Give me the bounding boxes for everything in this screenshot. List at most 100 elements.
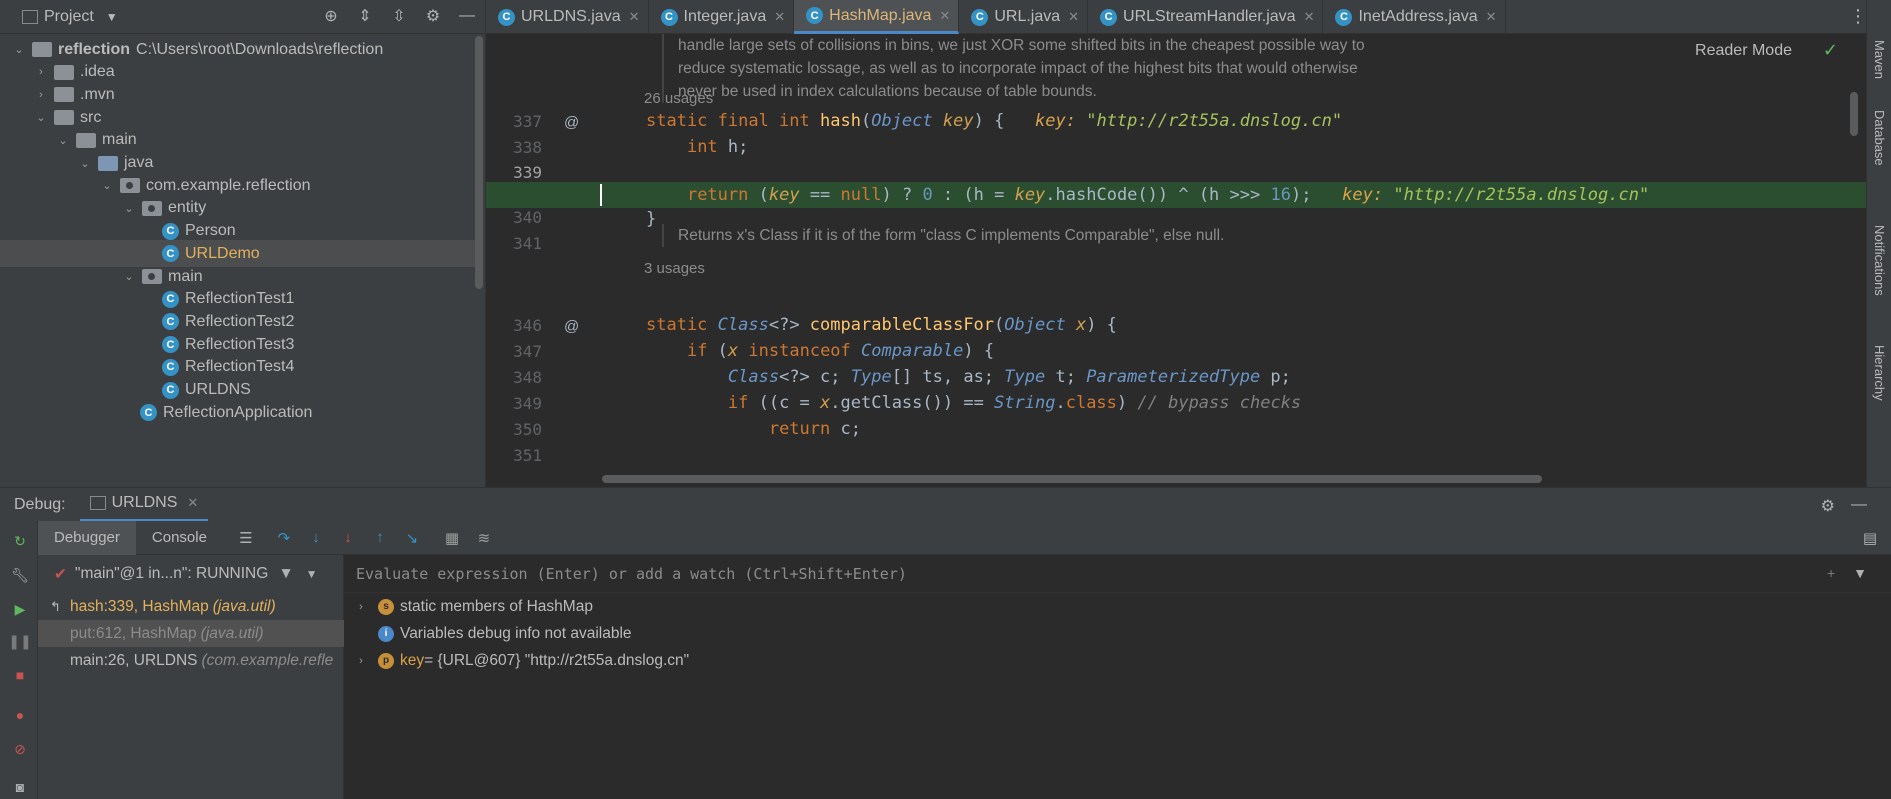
- debug-actions: ↻ 🔧︎ ▶ ❚❚ ■ ● ⊘ ◙: [0, 521, 38, 799]
- maven-tool[interactable]: Maven: [1872, 40, 1887, 79]
- code-line-350: return c;: [768, 419, 861, 439]
- watch-bar: + ▼: [344, 555, 1891, 593]
- chevron-right-icon[interactable]: ›: [34, 89, 48, 101]
- more-tabs-icon[interactable]: ⋮: [1849, 6, 1867, 27]
- chevron-down-icon[interactable]: ⌄: [100, 179, 114, 192]
- chevron-right-icon[interactable]: ›: [34, 66, 48, 78]
- expand-all-icon[interactable]: ⇕: [355, 6, 375, 26]
- doc-line: handle large sets of collisions in bins,…: [678, 37, 1365, 54]
- editor-tab-label: URL.java: [994, 8, 1061, 25]
- variable-row[interactable]: › p key = {URL@607} "http://r2t55a.dnslog.…: [344, 647, 1891, 674]
- reader-mode-button[interactable]: Reader Mode: [1695, 42, 1792, 60]
- code-line-347: if (x instanceof Comparable) {: [686, 341, 995, 361]
- project-title[interactable]: Project: [44, 8, 94, 26]
- class-icon: C: [162, 358, 179, 376]
- editor-tab[interactable]: C InetAddress.java ✕: [1323, 0, 1506, 34]
- code-line-348: Class<?> c; Type[] ts, as; Type t; Param…: [727, 367, 1291, 387]
- session-icon: [89, 496, 106, 510]
- trace-stream-icon[interactable]: ≋: [475, 529, 493, 547]
- code-editor[interactable]: handle large sets of collisions in bins,…: [486, 34, 1866, 487]
- override-marker-icon[interactable]: @: [564, 318, 579, 335]
- class-icon: C: [660, 8, 678, 26]
- evaluate-input[interactable]: [356, 564, 1456, 583]
- step-into-icon[interactable]: ↓: [307, 529, 325, 547]
- close-icon[interactable]: ✕: [1304, 9, 1315, 25]
- mute-breakpoints-icon[interactable]: ⊘: [12, 741, 28, 757]
- layout-icon[interactable]: ▤: [1863, 529, 1877, 547]
- class-icon: C: [162, 222, 179, 240]
- check-icon[interactable]: ✓: [1823, 40, 1838, 61]
- editor-tab[interactable]: C URLStreamHandler.java ✕: [1088, 0, 1324, 34]
- locate-icon[interactable]: ⊕: [321, 6, 341, 26]
- view-breakpoints-icon[interactable]: ●: [12, 707, 28, 723]
- override-marker-icon[interactable]: @: [564, 114, 579, 131]
- close-icon[interactable]: ✕: [774, 9, 785, 25]
- chevron-down-icon[interactable]: ▼: [306, 567, 318, 581]
- close-icon[interactable]: ✕: [1068, 9, 1079, 25]
- frame-package: (java.util): [212, 597, 276, 615]
- chevron-down-icon[interactable]: ⌄: [56, 134, 70, 147]
- editor-horizontal-scrollbar[interactable]: [602, 475, 1542, 483]
- tab-console[interactable]: Console: [136, 521, 223, 555]
- close-icon[interactable]: ✕: [187, 495, 198, 511]
- editor-vertical-scrollbar[interactable]: [1850, 92, 1858, 136]
- line-number: 351: [513, 446, 542, 465]
- variable-row[interactable]: › s static members of HashMap: [344, 593, 1891, 620]
- close-icon[interactable]: ✕: [1486, 9, 1497, 25]
- debug-session-tab[interactable]: URLDNS ✕: [79, 488, 209, 522]
- database-tool[interactable]: Database: [1872, 110, 1887, 166]
- notifications-tool[interactable]: Notifications: [1872, 225, 1887, 296]
- gear-icon[interactable]: ⚙: [423, 6, 443, 26]
- stop-icon[interactable]: ■: [12, 667, 28, 683]
- wrench-icon[interactable]: 🔧︎: [11, 567, 29, 583]
- stack-frame[interactable]: ↰ hash:339, HashMap (java.util): [38, 593, 343, 620]
- collapse-all-icon[interactable]: ⇳: [389, 6, 409, 26]
- stack-frame[interactable]: main:26, URLDNS (com.example.refle: [38, 647, 343, 674]
- tree-item-label: .mvn: [80, 85, 115, 103]
- stack-frame[interactable]: put:612, HashMap (java.util): [38, 620, 344, 647]
- minimize-icon[interactable]: —: [457, 6, 477, 26]
- chevron-down-icon[interactable]: ⌄: [122, 270, 136, 283]
- tree-item[interactable]: C ReflectionApplication: [0, 399, 312, 426]
- thread-selector[interactable]: ✔ "main"@1 in...n": RUNNING ▼ ▼: [38, 555, 343, 593]
- step-over-icon[interactable]: ↷: [275, 529, 293, 547]
- editor-tab[interactable]: C Integer.java ✕: [649, 0, 795, 34]
- tab-debugger[interactable]: Debugger: [38, 520, 136, 555]
- chevron-down-icon[interactable]: ⌄: [12, 43, 26, 56]
- variable-row[interactable]: i Variables debug info not available: [344, 620, 1891, 647]
- force-step-into-icon[interactable]: ↓: [339, 529, 357, 547]
- gear-icon[interactable]: ⚙: [1821, 496, 1835, 516]
- line-number: 346: [513, 316, 542, 335]
- chevron-down-icon[interactable]: ⌄: [78, 157, 92, 170]
- project-scrollbar[interactable]: [475, 36, 483, 289]
- line-number: 337: [513, 112, 542, 131]
- step-out-icon[interactable]: ↑: [371, 529, 389, 547]
- chevron-down-icon[interactable]: ▼: [1853, 565, 1867, 581]
- chevron-down-icon[interactable]: ▼: [106, 10, 118, 24]
- camera-icon[interactable]: ◙: [12, 779, 28, 795]
- resume-icon[interactable]: ▶: [12, 601, 28, 617]
- evaluate-expression-icon[interactable]: ▦: [443, 529, 461, 547]
- minimize-icon[interactable]: —: [1851, 496, 1867, 516]
- filter-icon[interactable]: ▼: [278, 565, 293, 583]
- usages-hash[interactable]: 26 usages: [644, 90, 713, 107]
- usages-comparable[interactable]: 3 usages: [644, 260, 705, 277]
- rerun-icon[interactable]: ↻: [12, 533, 28, 549]
- chevron-right-icon[interactable]: ›: [354, 655, 368, 667]
- chevron-down-icon[interactable]: ⌄: [34, 111, 48, 124]
- close-icon[interactable]: ✕: [939, 8, 950, 24]
- close-icon[interactable]: ✕: [629, 9, 640, 25]
- tree-item-label: src: [80, 108, 102, 126]
- chevron-down-icon[interactable]: ⌄: [122, 202, 136, 215]
- menu-icon[interactable]: ☰: [237, 529, 255, 547]
- editor-tab[interactable]: C HashMap.java ✕: [794, 0, 960, 34]
- run-to-cursor-icon[interactable]: ↘: [403, 529, 421, 547]
- pause-icon[interactable]: ❚❚: [8, 633, 31, 649]
- add-watch-icon[interactable]: +: [1827, 565, 1835, 581]
- hierarchy-tool[interactable]: Hierarchy: [1872, 345, 1887, 401]
- variable-text: static members of HashMap: [400, 597, 593, 615]
- editor-tab[interactable]: C URLDNS.java ✕: [486, 0, 649, 34]
- tree-item-label: .idea: [80, 63, 115, 81]
- chevron-right-icon[interactable]: ›: [354, 601, 368, 613]
- editor-tab[interactable]: C URL.java ✕: [959, 0, 1089, 34]
